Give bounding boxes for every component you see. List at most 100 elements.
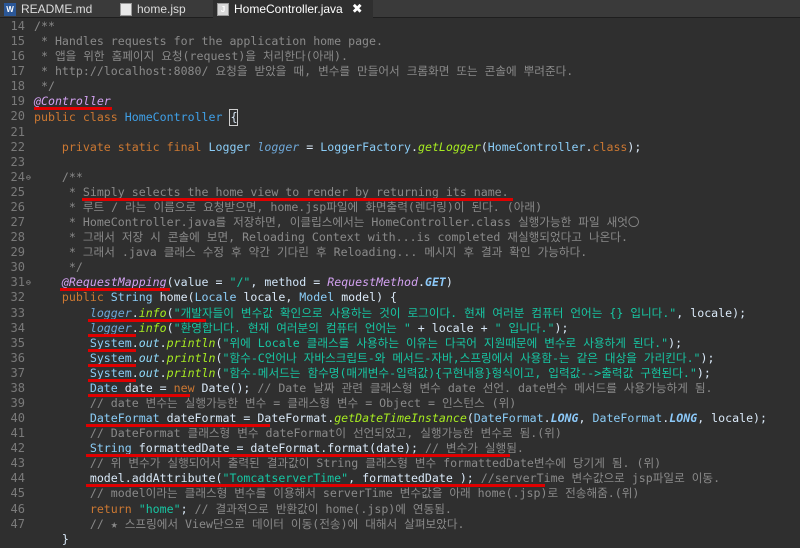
line-number: 23 [10,154,25,169]
code-token: model [341,290,377,305]
code-line[interactable]: 21 [0,125,800,140]
code-editor[interactable]: 14/** 15 * Handles requests for the appli… [0,19,800,548]
code-token: info [138,320,167,335]
code-token: formattedDate [138,441,230,456]
code-line[interactable]: 16 * 앱을 위한 홈페이지 요청(request)을 처리한다(아래). [0,49,800,64]
code-token: ) { [376,290,398,305]
code-token: * http://localhost:8080/ 요청을 받았을 때, 변수를 … [34,64,574,79]
tab-readme[interactable]: W README.md [0,0,105,18]
line-number: 44 [10,471,25,486]
code-token: * 앱을 위한 홈페이지 요청(request)을 처리한다(아래). [34,49,348,64]
code-token: ( [166,275,174,290]
code-line[interactable]: 18 */ [0,79,800,94]
line-number [0,532,25,547]
highlight-underline [86,484,545,488]
code-token: "/" [229,275,251,290]
code-token: /** [34,19,55,33]
code-line[interactable]: } [0,532,800,547]
code-token: + locale + [410,320,495,335]
line-number: 45 [10,486,25,501]
code-line[interactable]: 22 private static final Logger logger = … [0,140,800,155]
code-text: public class HomeController { [34,109,239,127]
code-token: "함수-메서드는 함수명(매개변수-입력값){구현내용}형식이고, 입력값-->… [222,365,697,380]
code-token: LONG [550,411,579,426]
code-token: LONG [669,411,698,426]
code-token: format [327,441,370,456]
code-token: ( [166,320,174,335]
code-line[interactable]: 32 public String home(Locale locale, Mod… [0,290,800,305]
code-token: . [159,350,167,365]
code-token: ); [554,320,569,335]
code-token: model [89,471,125,486]
code-line[interactable]: 14 /** [0,19,800,34]
code-line[interactable]: 45 // model이라는 클래스형 변수를 이용해서 serverTime … [0,486,800,501]
code-line[interactable]: 15 * Handles requests for the applicatio… [0,34,800,49]
code-token: formattedDate [362,471,453,486]
code-line[interactable]: 17 * http://localhost:8080/ 요청을 받았을 때, 변… [0,64,800,79]
code-line[interactable]: 20 public class HomeController { [0,109,800,127]
tab-homecontroller-java[interactable]: J HomeController.java ✖ [213,0,373,18]
code-token: println [166,365,216,380]
code-token: ) [445,275,453,290]
code-line[interactable]: 23 [0,155,800,170]
fold-toggle-icon[interactable]: ⊖ [26,170,31,185]
code-line[interactable]: 47 // ★ 스프링에서 View단으로 데이터 이동(전송)에 대해서 살펴… [0,517,800,532]
code-token: DateFormat [592,411,663,426]
code-line[interactable]: 29 * 그래서 .java 클래스 수정 후 약간 기다린 후 Reloadi… [0,245,800,260]
fold-toggle-icon[interactable]: ⊖ [26,275,31,290]
line-number: 19 [10,94,25,109]
code-token: // Date 날짜 관련 클래스형 변수 date 선언. date변수 메서… [257,380,713,395]
code-token: getDateTimeInstance [334,411,467,426]
highlight-underline [88,318,206,322]
code-line[interactable]: 19 @Controller [0,94,800,109]
line-number: 39 [10,396,25,410]
code-text: * 루트 / 라는 이름으로 요청받으면, home.jsp파일에 화면출력(렌… [34,200,542,215]
code-token: static [117,139,167,154]
code-token: ); [452,471,481,486]
line-number: 26 [10,199,25,214]
code-token: dateFormat [250,441,321,456]
code-token: class [592,139,628,154]
code-line[interactable]: 24 ⊖ /** [0,170,800,185]
code-token: date [376,441,405,456]
code-token: Date [201,380,230,395]
code-token: // ★ 스프링에서 View단으로 데이터 이동(전송)에 대해서 살펴보았다… [34,516,465,531]
code-line[interactable]: 26 * 루트 / 라는 이름으로 요청받으면, home.jsp파일에 화면출… [0,200,800,215]
code-line[interactable]: 43 // 위 변수가 실행되어서 출력된 결과값이 String 클래스형 변… [0,456,800,471]
tab-home-jsp[interactable]: home.jsp [116,0,211,18]
code-token: DateFormat [89,411,167,426]
code-token: DateFormat [473,411,544,426]
code-token: = [208,275,230,290]
close-tab-icon[interactable]: ✖ [352,1,363,17]
code-line[interactable]: 27 * HomeController.java를 저장하면, 이클립스에서는 … [0,215,800,230]
code-token: (); [229,380,258,395]
line-number: 42 [10,441,25,456]
line-number: 30 [10,260,25,275]
code-token: ( [480,139,488,154]
code-token: = [306,275,328,290]
code-token: * 그래서 .java 클래스 수정 후 약간 기다린 후 Reloading.… [34,245,588,260]
code-line[interactable]: 30 */ [0,260,800,275]
code-token: // 위 변수가 실행되어서 출력된 결과값이 String 클래스형 변수 f… [34,456,662,471]
code-token: logger [89,305,132,320]
code-token: ( [215,365,223,380]
code-text: */ [34,79,55,94]
code-token: HomeController [487,139,586,154]
code-text: return "home"; // 결과적으로 반환값이 home(.jsp)에… [34,502,452,517]
line-number: 41 [10,426,25,441]
code-text: } [34,532,69,547]
code-token: } [34,531,69,546]
code-line[interactable]: 39 // date 변수는 실행가능한 변수 = 클래스형 변수 = Obje… [0,396,800,411]
code-token: ); [404,441,425,456]
code-line[interactable]: 46 return "home"; // 결과적으로 반환값이 home(.js… [0,502,800,517]
code-text: // ★ 스프링에서 View단으로 데이터 이동(전송)에 대해서 살펴보았다… [34,517,465,532]
code-token: getLogger [417,139,481,154]
code-line[interactable]: 28 * 그래서 저장 시 콘솔에 보면, Reloading Context … [0,230,800,245]
code-token: . [159,335,167,350]
code-line[interactable]: 41 // DateFormat 클래스형 변수 dateFormat이 선언되… [0,426,800,441]
file-icon [120,2,132,16]
